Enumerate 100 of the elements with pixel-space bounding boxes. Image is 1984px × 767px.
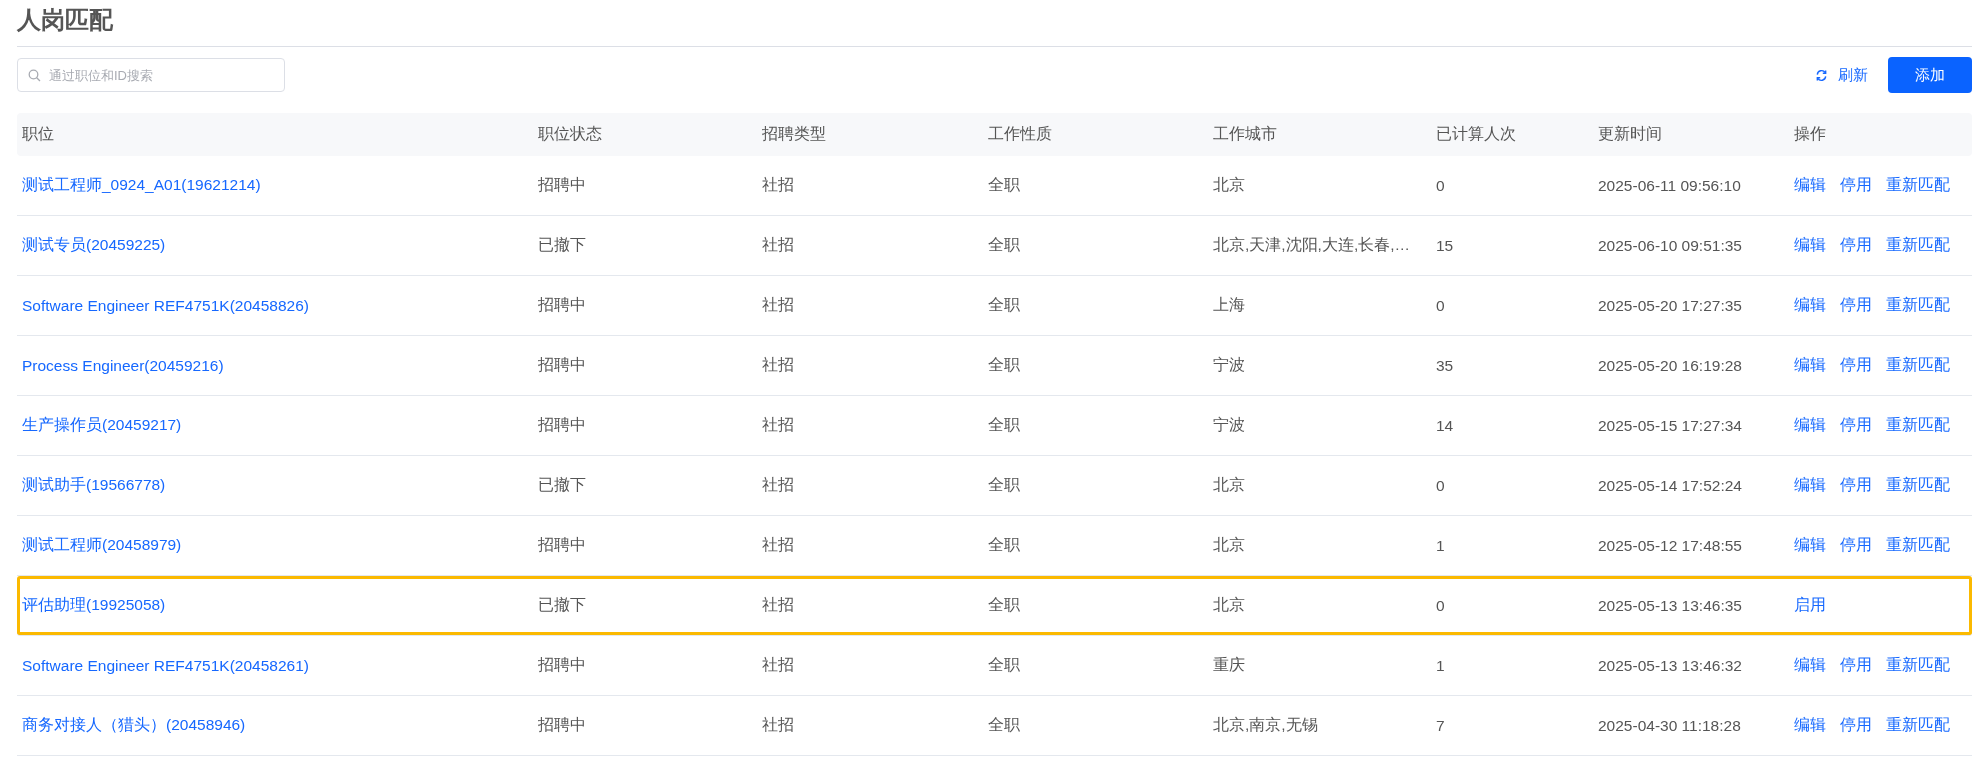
column-header: 操作	[1793, 124, 1827, 144]
action-link[interactable]: 停用	[1840, 655, 1872, 676]
table-cell: 社招	[762, 596, 794, 613]
table-cell: 重庆	[1213, 656, 1245, 673]
action-link[interactable]: 编辑	[1794, 175, 1826, 196]
action-link[interactable]: 启用	[1794, 595, 1826, 616]
table-cell: 全职	[988, 656, 1020, 673]
column-header: 职位状态	[537, 124, 603, 144]
position-link[interactable]: 评估助理(19925058)	[22, 596, 166, 613]
action-link[interactable]: 编辑	[1794, 355, 1826, 376]
action-link[interactable]: 编辑	[1794, 295, 1826, 316]
position-link[interactable]: 商务对接人（猎头）(20458946)	[22, 716, 246, 733]
table-cell: 社招	[762, 416, 794, 433]
table-cell: 北京	[1213, 596, 1245, 613]
action-link[interactable]: 编辑	[1794, 655, 1826, 676]
action-link[interactable]: 重新匹配	[1886, 235, 1950, 256]
table-cell: 已撤下	[538, 236, 586, 253]
table-cell: 招聘中	[538, 536, 586, 553]
action-link[interactable]: 重新匹配	[1886, 475, 1950, 496]
action-link[interactable]: 重新匹配	[1886, 175, 1950, 196]
action-link[interactable]: 停用	[1840, 355, 1872, 376]
action-link[interactable]: 停用	[1840, 175, 1872, 196]
table-cell: 2025-06-11 09:56:10	[1598, 176, 1741, 194]
action-link[interactable]: 停用	[1840, 235, 1872, 256]
table-cell: 社招	[762, 176, 794, 193]
position-link[interactable]: Software Engineer REF4751K(20458826)	[22, 296, 309, 314]
action-link[interactable]: 重新匹配	[1886, 415, 1950, 436]
action-link[interactable]: 编辑	[1794, 715, 1826, 736]
table-cell: 0	[1436, 296, 1445, 314]
table-cell: 全职	[988, 356, 1020, 373]
refresh-button[interactable]: 刷新	[1815, 61, 1868, 89]
action-link[interactable]: 编辑	[1794, 475, 1826, 496]
table-cell: 上海	[1213, 296, 1245, 313]
table-cell: 招聘中	[538, 296, 586, 313]
page-title: 人岗匹配	[17, 5, 114, 35]
table-cell: 招聘中	[538, 416, 586, 433]
position-link[interactable]: 测试专员(20459225)	[22, 236, 166, 253]
table-cell: 社招	[762, 356, 794, 373]
table-cell: 0	[1436, 476, 1445, 494]
table-cell: 全职	[988, 176, 1020, 193]
action-link[interactable]: 停用	[1840, 475, 1872, 496]
add-button[interactable]: 添加	[1888, 57, 1972, 93]
table-cell: 社招	[762, 536, 794, 553]
position-link[interactable]: 测试助手(19566778)	[22, 476, 166, 493]
table-cell: 2025-05-14 17:52:24	[1598, 476, 1742, 494]
table-cell: 2025-05-20 17:27:35	[1598, 296, 1742, 314]
table-cell: 全职	[988, 296, 1020, 313]
position-link[interactable]: 测试工程师(20458979)	[22, 536, 182, 553]
table-cell: 2025-04-30 11:18:28	[1598, 716, 1741, 734]
action-link[interactable]: 重新匹配	[1886, 655, 1950, 676]
table-cell: 0	[1436, 176, 1445, 194]
action-link[interactable]: 重新匹配	[1886, 535, 1950, 556]
action-link[interactable]: 重新匹配	[1886, 715, 1950, 736]
action-link[interactable]: 编辑	[1794, 535, 1826, 556]
column-header: 工作性质	[987, 124, 1053, 144]
table-cell: 全职	[988, 236, 1020, 253]
table-cell: 2025-05-15 17:27:34	[1598, 416, 1742, 434]
table-cell: 招聘中	[538, 716, 586, 733]
table-cell: 全职	[988, 536, 1020, 553]
action-link[interactable]: 停用	[1840, 535, 1872, 556]
table-cell: 0	[1436, 596, 1445, 614]
action-link[interactable]: 停用	[1840, 295, 1872, 316]
table-cell: 2025-05-13 13:46:32	[1598, 656, 1742, 674]
action-link[interactable]: 编辑	[1794, 415, 1826, 436]
action-link[interactable]: 重新匹配	[1886, 355, 1950, 376]
table-cell: 社招	[762, 656, 794, 673]
search-field[interactable]: 通过职位和ID搜索	[17, 58, 285, 92]
table-cell: 北京,天津,沈阳,大连,长春,…	[1213, 236, 1411, 253]
table-cell: 宁波	[1213, 356, 1245, 373]
table-cell: 招聘中	[538, 656, 586, 673]
table-cell: 全职	[988, 416, 1020, 433]
column-header: 工作城市	[1212, 124, 1278, 144]
action-link[interactable]: 停用	[1840, 715, 1872, 736]
table-cell: 1	[1436, 536, 1445, 554]
table-cell: 35	[1436, 356, 1454, 374]
table-cell: 北京	[1213, 176, 1245, 193]
position-link[interactable]: 测试工程师_0924_A01(19621214)	[22, 176, 261, 193]
table-cell: 7	[1436, 716, 1445, 734]
column-header: 已计算人次	[1435, 124, 1517, 144]
table-cell: 2025-06-10 09:51:35	[1598, 236, 1742, 254]
table-cell: 已撤下	[538, 596, 586, 613]
table-cell: 社招	[762, 716, 794, 733]
table-cell: 14	[1436, 416, 1454, 434]
table-cell: 15	[1436, 236, 1454, 254]
table-cell: 招聘中	[538, 356, 586, 373]
column-header: 招聘类型	[761, 124, 827, 144]
table-cell: 招聘中	[538, 176, 586, 193]
action-link[interactable]: 重新匹配	[1886, 295, 1950, 316]
position-link[interactable]: 生产操作员(20459217)	[22, 416, 182, 433]
table-cell: 2025-05-20 16:19:28	[1598, 356, 1742, 374]
table-cell: 北京	[1213, 536, 1245, 553]
position-link[interactable]: Process Engineer(20459216)	[22, 356, 224, 374]
table-cell: 社招	[762, 296, 794, 313]
table-cell: 全职	[988, 596, 1020, 613]
column-header: 职位	[21, 124, 55, 144]
column-header: 更新时间	[1597, 124, 1663, 144]
position-link[interactable]: Software Engineer REF4751K(20458261)	[22, 656, 309, 674]
action-link[interactable]: 停用	[1840, 415, 1872, 436]
action-link[interactable]: 编辑	[1794, 235, 1826, 256]
table-cell: 北京	[1213, 476, 1245, 493]
